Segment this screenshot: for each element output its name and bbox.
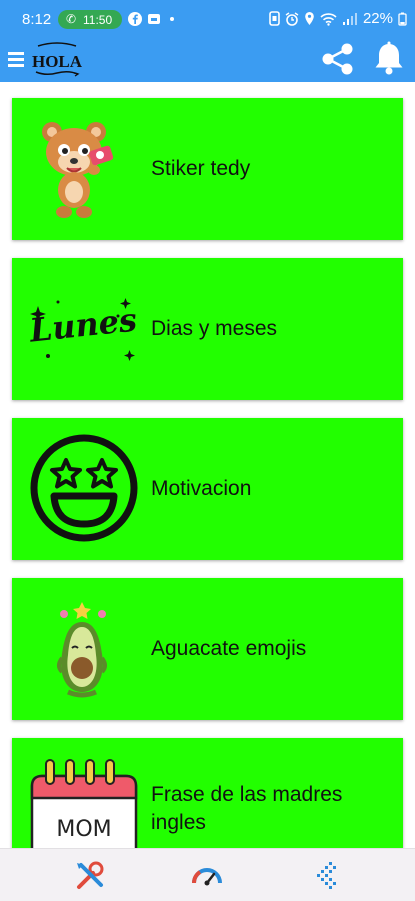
logo-text: HOLA [32,52,83,71]
back-chevron-dots-icon[interactable] [307,859,341,893]
category-label: Aguacate emojis [151,637,307,660]
more-notifications-dot-icon [170,17,174,21]
category-list: Stiker tedy Lunes Dias y meses Motivacio… [0,82,415,848]
speedometer-icon[interactable] [190,859,224,893]
menu-icon[interactable] [8,49,24,69]
category-card-stiker-tedy[interactable]: Stiker tedy [12,98,403,240]
battery-icon [398,12,407,26]
thumb-lettering: Lunes [28,301,139,350]
category-label: Dias y meses [151,317,278,340]
category-card-frase-madres-ingles[interactable]: MOM Frase de las madres ingles [12,738,403,848]
teddy-bear-thumbnail [42,122,114,218]
category-label: Stiker tedy [151,157,251,180]
nfc-icon [269,11,280,26]
thumb-lettering: MOM [56,817,111,842]
battery-percent: 22% [362,10,393,27]
star-eyes-smiley-thumbnail [30,434,138,542]
facebook-icon [128,12,142,26]
status-time: 8:12 [22,11,52,28]
wifi-icon [320,12,337,26]
signal-icon [342,12,357,25]
bottom-navigation [0,848,415,901]
app-logo: HOLA [32,42,83,77]
category-label: Motivacion [151,477,252,500]
category-label: Frase de las madres ingles [151,783,343,834]
app-bar: HOLA [0,38,415,82]
messenger-icon [148,14,160,24]
call-duration: 11:50 [83,13,113,27]
share-icon[interactable] [320,41,356,77]
ongoing-call-chip[interactable]: ✆ 11:50 [58,10,122,29]
category-card-aguacate-emojis[interactable]: Aguacate emojis [12,578,403,720]
phone-icon: ✆ [66,12,77,26]
status-bar: 8:12 ✆ 11:50 22% [0,0,415,38]
notifications-bell-icon[interactable] [373,41,405,77]
lunes-lettering-thumbnail: Lunes [28,298,139,361]
tools-icon[interactable] [73,859,107,893]
alarm-icon [285,11,299,26]
location-icon [305,12,314,25]
category-card-motivacion[interactable]: Motivacion [12,418,403,560]
category-card-dias-y-meses[interactable]: Lunes Dias y meses [12,258,403,400]
mom-calendar-thumbnail: MOM [30,759,138,848]
avocado-thumbnail [57,602,107,698]
